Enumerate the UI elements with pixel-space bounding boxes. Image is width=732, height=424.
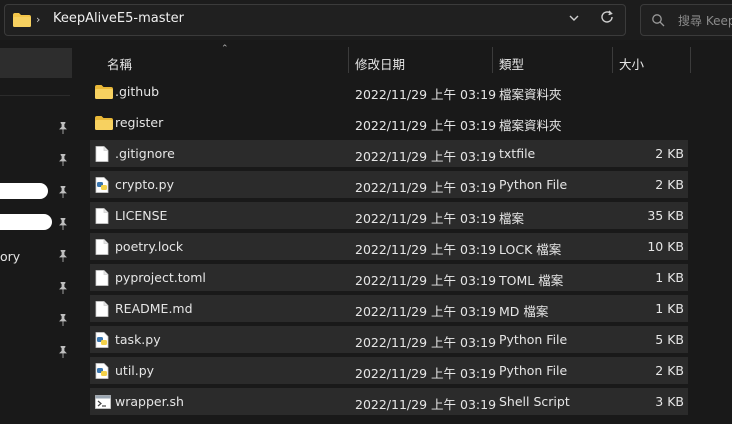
column-divider[interactable] <box>690 47 691 73</box>
file-name: wrapper.sh <box>115 394 184 409</box>
file-row[interactable]: task.py 2022/11/29 上午 03:19 Python File 5 K… <box>90 326 688 353</box>
file-row[interactable]: poetry.lock 2022/11/29 上午 03:19 LOCK 檔案 10 … <box>90 233 688 260</box>
file-icon <box>95 208 111 224</box>
pin-icon[interactable] <box>58 121 68 134</box>
column-name[interactable]: 名稱 <box>107 54 132 73</box>
file-icon <box>95 301 111 317</box>
file-size: 2 KB <box>655 177 684 192</box>
file-row[interactable]: register 2022/11/29 上午 03:19 檔案資料夾 <box>90 109 688 136</box>
search-placeholder[interactable]: 搜尋 Keep <box>678 12 732 29</box>
file-date: 2022/11/29 上午 03:19 <box>355 397 497 412</box>
file-row[interactable]: wrapper.sh 2022/11/29 上午 03:19 Shell Scrip… <box>90 388 688 415</box>
breadcrumb-separator[interactable]: › <box>36 13 40 26</box>
column-date[interactable]: 修改日期 <box>355 54 405 73</box>
file-row[interactable]: LICENSE 2022/11/29 上午 03:19 檔案 35 KB <box>90 202 688 229</box>
file-date: 2022/11/29 上午 03:19 <box>355 366 497 381</box>
nav-item-selected[interactable] <box>0 48 72 78</box>
file-name: register <box>115 115 164 130</box>
redacted-nav-label <box>0 183 48 199</box>
file-name: util.py <box>115 363 155 378</box>
file-name: .github <box>115 84 160 99</box>
file-type: Python File <box>499 177 568 192</box>
chevron-down-icon[interactable] <box>568 12 580 27</box>
refresh-icon[interactable] <box>599 9 615 29</box>
file-name: .gitignore <box>115 146 175 161</box>
navigation-pane: ory <box>0 40 74 424</box>
python-file-icon <box>95 177 111 193</box>
pin-icon[interactable] <box>58 313 68 326</box>
shell-script-icon <box>95 394 111 410</box>
file-date: 2022/11/29 上午 03:19 <box>355 335 497 350</box>
file-name: task.py <box>115 332 161 347</box>
file-size: 3 KB <box>655 394 684 409</box>
file-type: Shell Script <box>499 394 570 409</box>
column-divider[interactable] <box>492 47 493 73</box>
column-type[interactable]: 類型 <box>499 54 524 73</box>
toolbar: › KeepAliveE5-master 搜尋 Keep <box>0 0 732 40</box>
file-icon <box>95 239 111 255</box>
column-size[interactable]: 大小 <box>619 54 644 73</box>
nav-item-label[interactable]: ory <box>0 249 20 264</box>
file-type: MD 檔案 <box>499 304 549 319</box>
file-date: 2022/11/29 上午 03:19 <box>355 211 497 226</box>
file-type: Python File <box>499 363 568 378</box>
search-icon <box>651 13 665 30</box>
file-type: 檔案 <box>499 211 525 226</box>
column-divider[interactable] <box>612 47 613 73</box>
folder-icon <box>13 13 31 30</box>
file-name: poetry.lock <box>115 239 184 254</box>
file-size: 5 KB <box>655 332 684 347</box>
file-date: 2022/11/29 上午 03:19 <box>355 304 497 319</box>
pin-icon[interactable] <box>58 249 68 262</box>
file-date: 2022/11/29 上午 03:19 <box>355 180 497 195</box>
file-date: 2022/11/29 上午 03:19 <box>355 273 497 288</box>
file-type: 檔案資料夾 <box>499 87 562 102</box>
file-date: 2022/11/29 上午 03:19 <box>355 87 497 102</box>
file-name: LICENSE <box>115 208 168 223</box>
file-type: 檔案資料夾 <box>499 118 562 133</box>
file-name: crypto.py <box>115 177 174 192</box>
column-divider[interactable] <box>348 47 349 73</box>
pin-icon[interactable] <box>58 281 68 294</box>
file-row[interactable]: .github 2022/11/29 上午 03:19 檔案資料夾 <box>90 78 688 105</box>
file-type: txtfile <box>499 146 536 161</box>
nav-divider <box>0 95 70 96</box>
file-size: 1 KB <box>655 301 684 316</box>
file-date: 2022/11/29 上午 03:19 <box>355 242 497 257</box>
redacted-nav-label <box>0 214 52 230</box>
sort-ascending-icon: ⌃ <box>221 44 229 54</box>
file-type: Python File <box>499 332 568 347</box>
pin-icon[interactable] <box>58 153 68 166</box>
python-file-icon <box>95 332 111 348</box>
file-size: 1 KB <box>655 270 684 285</box>
file-name: README.md <box>115 301 193 316</box>
file-icon <box>95 146 111 162</box>
file-type: TOML 檔案 <box>499 273 564 288</box>
pin-icon[interactable] <box>58 217 68 230</box>
pin-icon[interactable] <box>58 185 68 198</box>
file-row[interactable]: .gitignore 2022/11/29 上午 03:19 txtfile 2 KB <box>90 140 688 167</box>
python-file-icon <box>95 363 111 379</box>
pin-icon[interactable] <box>58 345 68 358</box>
file-icon <box>95 270 111 286</box>
file-size: 10 KB <box>647 239 684 254</box>
file-row[interactable]: pyproject.toml 2022/11/29 上午 03:19 TOML 檔案… <box>90 264 688 291</box>
file-size: 35 KB <box>647 208 684 223</box>
file-name: pyproject.toml <box>115 270 206 285</box>
file-date: 2022/11/29 上午 03:19 <box>355 149 497 164</box>
file-size: 2 KB <box>655 146 684 161</box>
folder-icon <box>95 84 113 100</box>
address-bar[interactable]: › KeepAliveE5-master <box>4 4 626 36</box>
file-size: 2 KB <box>655 363 684 378</box>
folder-icon <box>95 115 113 131</box>
column-header: ⌃ 名稱 修改日期 類型 大小 <box>74 40 732 80</box>
file-row[interactable]: README.md 2022/11/29 上午 03:19 MD 檔案 1 KB <box>90 295 688 322</box>
breadcrumb-current-folder[interactable]: KeepAliveE5-master <box>53 11 184 26</box>
file-type: LOCK 檔案 <box>499 242 562 257</box>
search-box[interactable]: 搜尋 Keep <box>640 4 732 36</box>
file-row[interactable]: util.py 2022/11/29 上午 03:19 Python File 2 K… <box>90 357 688 384</box>
file-row[interactable]: crypto.py 2022/11/29 上午 03:19 Python File 2… <box>90 171 688 198</box>
file-date: 2022/11/29 上午 03:19 <box>355 118 497 133</box>
